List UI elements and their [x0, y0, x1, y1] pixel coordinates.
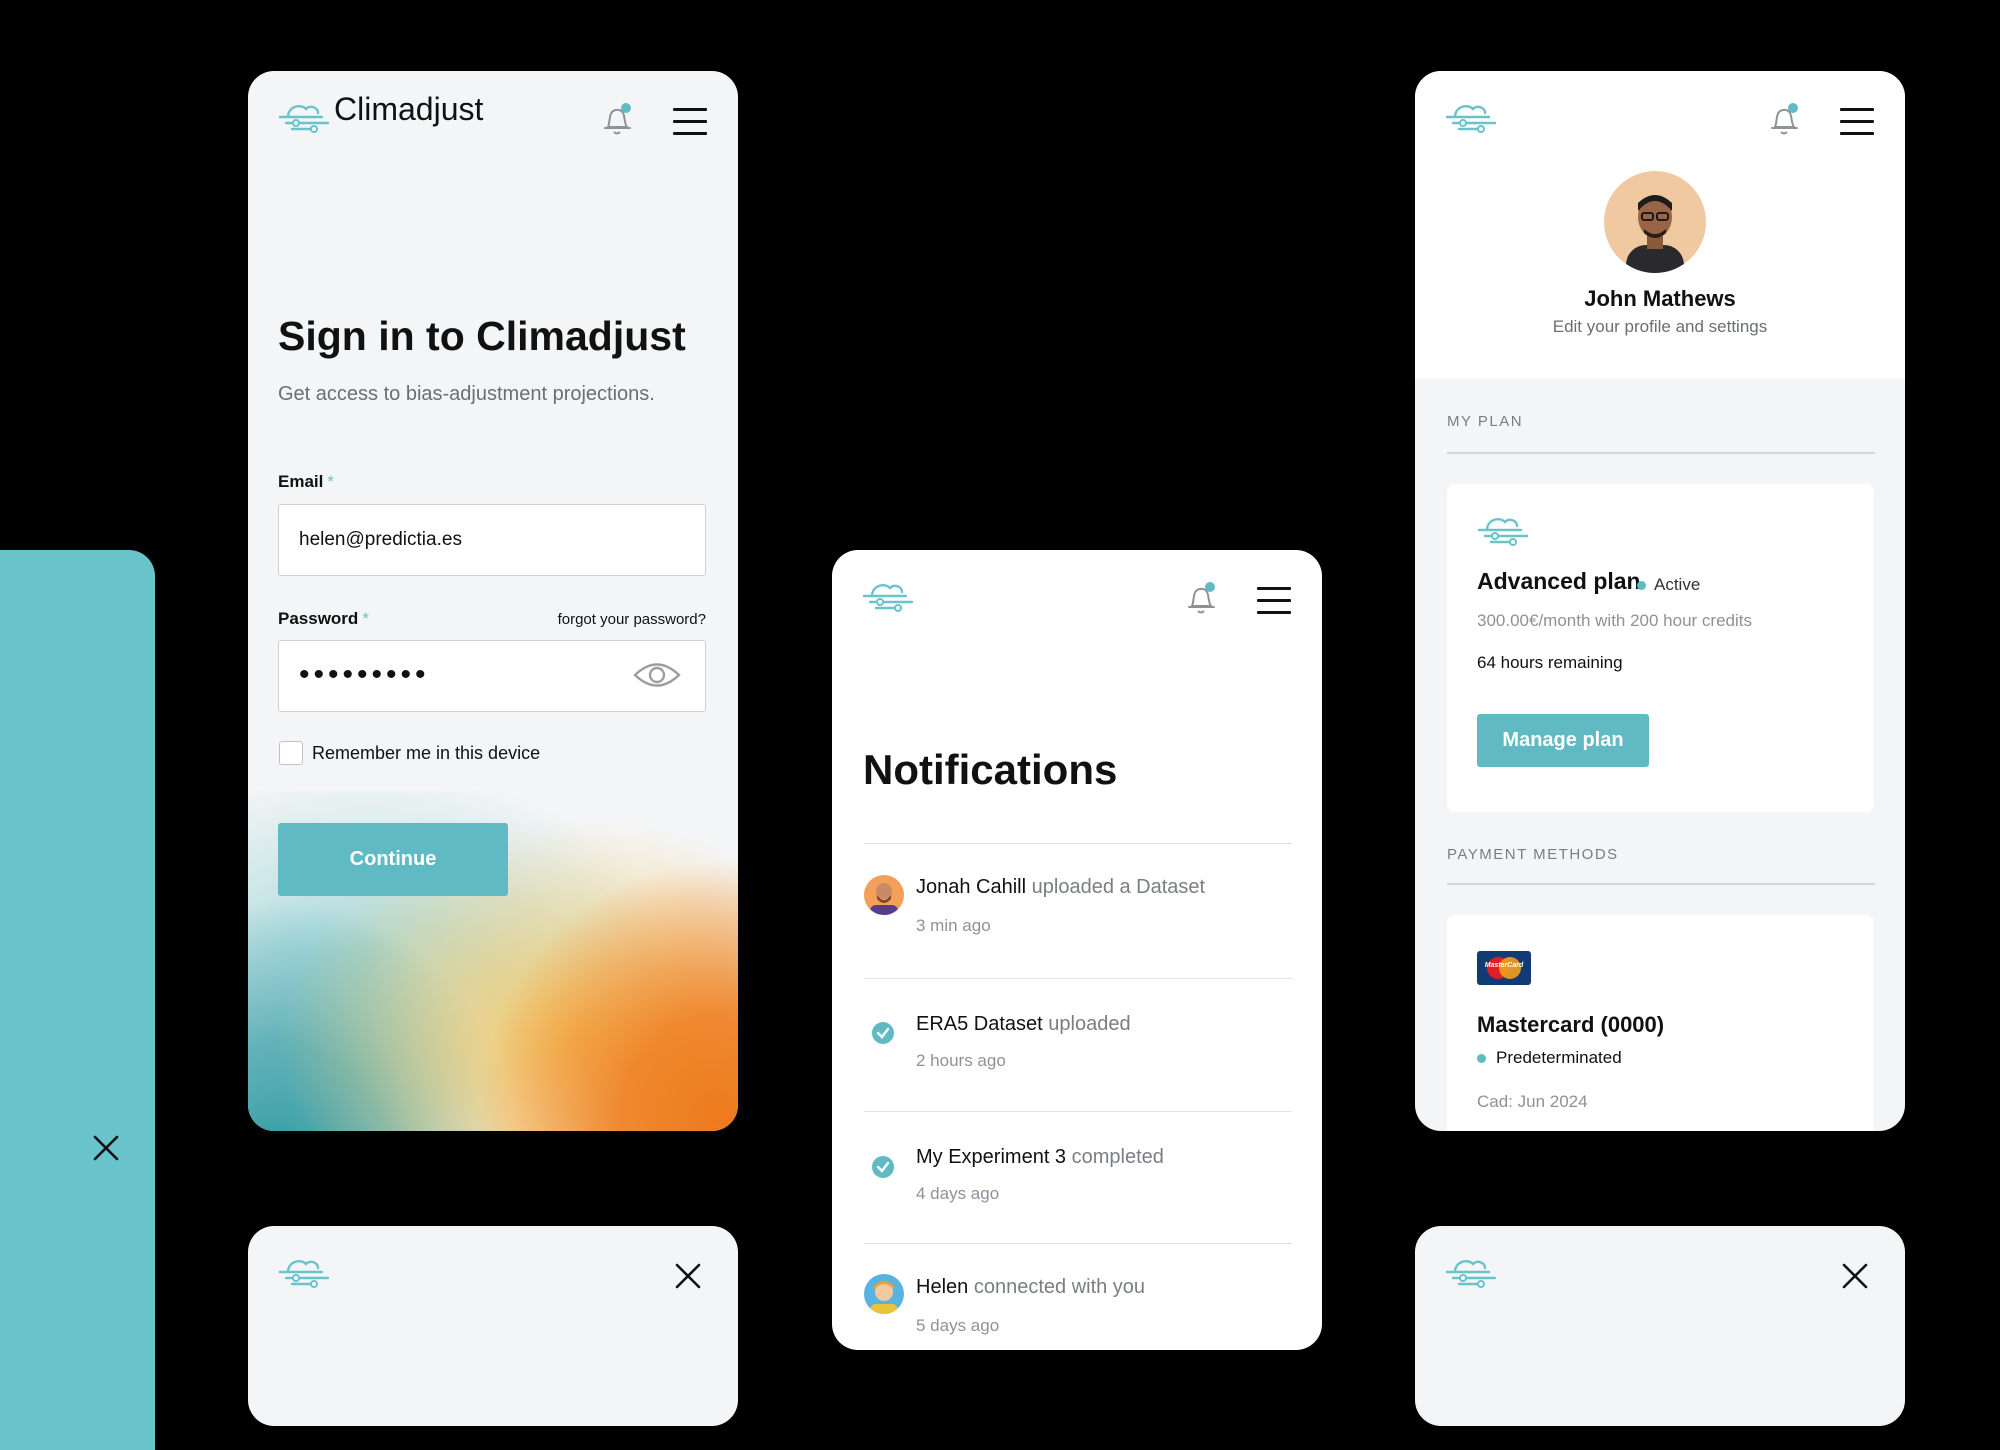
side-menu-panel: [0, 550, 155, 1450]
remember-label: Remember me in this device: [312, 743, 541, 763]
check-circle-icon: [872, 1022, 894, 1044]
notification-item[interactable]: ERA5 Dataset uploaded 2 hours ago: [864, 978, 1292, 1112]
status-dot: [1477, 1054, 1486, 1064]
plan-remaining: 64 hours remaining: [1477, 653, 1623, 672]
status-badge: Active: [1637, 575, 1700, 595]
email-label: Email *: [278, 472, 334, 491]
payment-methods-label: PAYMENT METHODS: [1447, 846, 1619, 863]
mastercard-logo-icon: MasterCard: [1477, 951, 1531, 985]
notification-text: ERA5 Dataset uploaded: [916, 1013, 1131, 1035]
cloud-wind-logo-icon[interactable]: [862, 580, 914, 612]
notifications-screen: Notifications Jonah Cahill uploaded a Da…: [832, 550, 1322, 1350]
bell-icon[interactable]: [1767, 101, 1801, 137]
profile-subtitle[interactable]: Edit your profile and settings: [1415, 317, 1905, 337]
notification-text: Helen connected with you: [916, 1276, 1146, 1298]
signin-screen: Climadjust Sign in to Climadjust Get acc…: [248, 71, 738, 1131]
bell-icon[interactable]: [600, 101, 634, 137]
cloud-wind-logo-icon[interactable]: [1445, 101, 1497, 133]
page-subtitle: Get access to bias-adjustment projection…: [278, 383, 655, 405]
page-title: Sign in to Climadjust: [278, 313, 686, 359]
avatar: [864, 1274, 904, 1314]
avatar[interactable]: [1604, 171, 1706, 273]
cloud-wind-logo-icon[interactable]: [1445, 1256, 1497, 1288]
card-expiry: Cad: Jun 2024: [1477, 1092, 1588, 1111]
payment-card: MasterCard Mastercard (0000) Predetermin…: [1447, 915, 1874, 1131]
menu-screen: [1415, 1226, 1905, 1426]
card-name: Mastercard (0000): [1477, 1012, 1665, 1037]
avatar: [864, 875, 904, 915]
eye-icon[interactable]: [633, 660, 681, 690]
cloud-wind-logo-icon[interactable]: [278, 1256, 330, 1288]
forgot-password-link[interactable]: forgot your password?: [558, 611, 706, 628]
close-icon[interactable]: [1841, 1262, 1869, 1290]
close-icon[interactable]: [92, 1134, 120, 1162]
notification-item[interactable]: Jonah Cahill uploaded a Dataset 3 min ag…: [864, 843, 1292, 979]
manage-plan-button[interactable]: Manage plan: [1477, 714, 1649, 767]
password-label: Password *: [278, 609, 369, 628]
status-dot: [1637, 581, 1646, 591]
brand-name: Climadjust: [334, 91, 484, 127]
notification-time: 4 days ago: [916, 1184, 1000, 1203]
check-circle-icon: [872, 1156, 894, 1178]
page-title: Notifications: [863, 746, 1118, 793]
divider: [1447, 883, 1875, 885]
card-default-badge: Predeterminated: [1477, 1048, 1622, 1068]
bell-icon[interactable]: [1184, 580, 1218, 616]
plan-price: 300.00€/month with 200 hour credits: [1477, 611, 1753, 630]
profile-screen: John Mathews Edit your profile and setti…: [1415, 71, 1905, 1131]
my-plan-label: MY PLAN: [1447, 413, 1524, 430]
hamburger-menu-icon[interactable]: [673, 108, 707, 144]
hamburger-menu-icon[interactable]: [1257, 587, 1291, 623]
close-icon[interactable]: [674, 1262, 702, 1290]
profile-name: John Mathews: [1584, 286, 1736, 311]
notification-item[interactable]: My Experiment 3 completed 4 days ago: [864, 1111, 1292, 1244]
plan-name: Advanced plan: [1477, 568, 1641, 594]
hamburger-menu-icon[interactable]: [1840, 108, 1874, 144]
continue-button[interactable]: Continue: [278, 823, 508, 896]
menu-screen: [248, 1226, 738, 1426]
notification-time: 2 hours ago: [916, 1051, 1006, 1070]
remember-checkbox[interactable]: [279, 741, 303, 765]
notification-text: Jonah Cahill uploaded a Dataset: [916, 876, 1206, 898]
cloud-wind-logo-icon: [1477, 518, 1529, 546]
divider: [1447, 452, 1875, 454]
cloud-wind-logo-icon[interactable]: [278, 101, 330, 133]
plan-card: Advanced plan Active 300.00€/month with …: [1447, 484, 1874, 812]
email-field[interactable]: helen@predictia.es: [278, 504, 706, 576]
notification-time: 3 min ago: [916, 916, 991, 935]
notification-text: My Experiment 3 completed: [916, 1146, 1164, 1168]
notification-time: 5 days ago: [916, 1316, 1000, 1335]
